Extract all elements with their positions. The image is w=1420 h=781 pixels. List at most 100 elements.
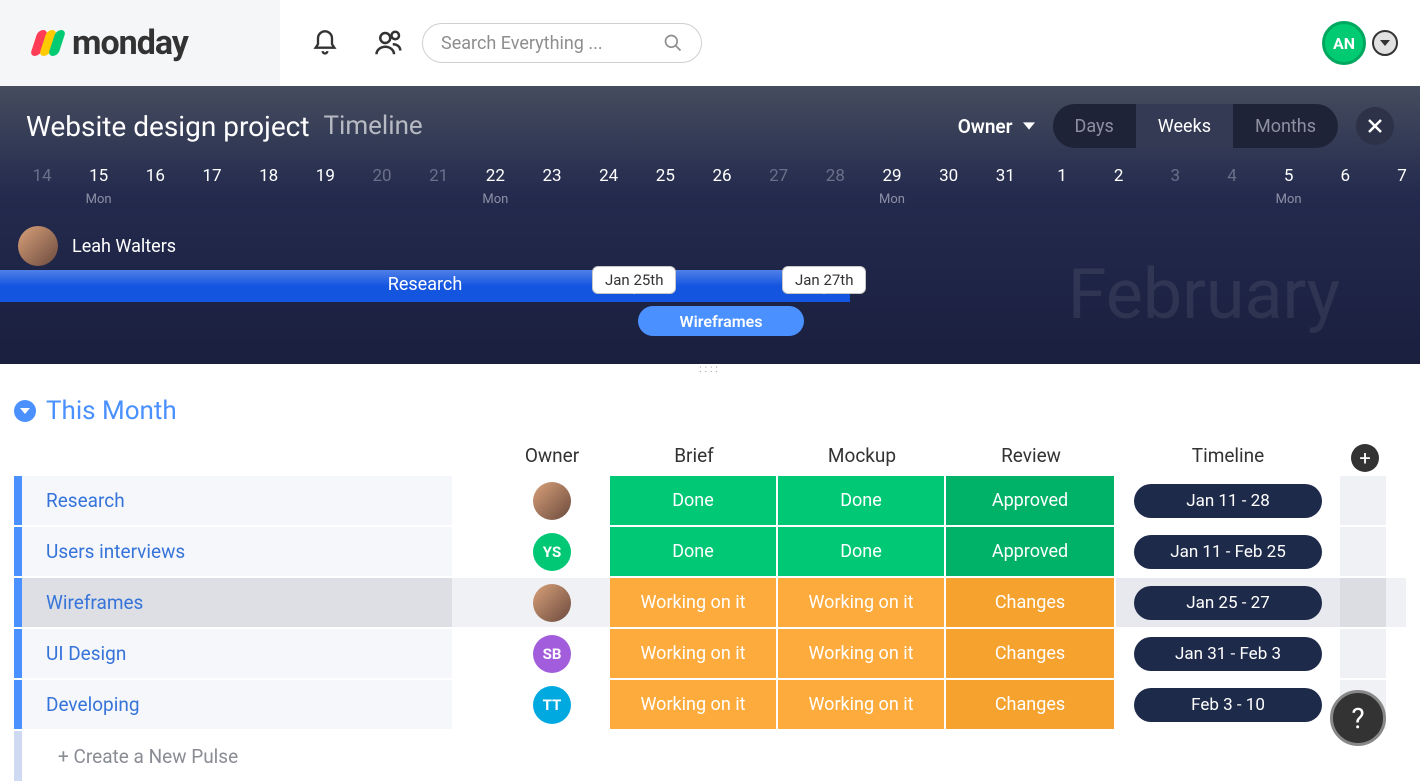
col-header-mockup[interactable]: Mockup [778,444,946,472]
panel-resize-handle[interactable]: :::: [0,364,1420,374]
date-cell: 30 [921,166,977,186]
people-icon[interactable] [374,28,404,58]
date-cell: 26 [694,166,750,186]
scale-days[interactable]: Days [1053,104,1136,148]
date-cell: 4 [1204,166,1260,186]
gantt-owner: Leah Walters [18,226,176,266]
row-end [1340,578,1386,627]
help-button[interactable]: ? [1330,690,1386,746]
item-name[interactable]: Wireframes [22,578,452,627]
cell-review[interactable]: Changes [946,680,1116,729]
col-header-review[interactable]: Review [946,444,1116,472]
user-avatar[interactable]: AN [1322,21,1366,65]
project-title: Website design project [26,110,310,143]
date-cell: 5Mon [1261,166,1317,207]
cell-mockup[interactable]: Working on it [778,629,946,678]
date-cell: 7 [1374,166,1420,186]
item-name[interactable]: UI Design [22,629,452,678]
col-header-owner[interactable]: Owner [494,444,610,472]
date-cell: 29Mon [864,166,920,207]
gantt-bar-wireframes[interactable]: Wireframes [638,306,804,336]
cell-mockup[interactable]: Working on it [778,578,946,627]
gantt-area: Leah Walters Research Jan 25th Jan 27th … [0,226,1420,346]
cell-review[interactable]: Approved [946,476,1116,525]
board: This Month Owner Brief Mockup Review Tim… [0,374,1420,781]
table-row[interactable]: UI DesignSBWorking on itWorking on itCha… [14,629,1406,680]
user-menu-caret[interactable] [1372,30,1398,56]
top-bar: monday Search Everything ... AN [0,0,1420,86]
owner-avatar-icon: SB [533,635,571,673]
date-cell: 20 [354,166,410,186]
search-input[interactable]: Search Everything ... [422,23,702,63]
item-name[interactable]: Developing [22,680,452,729]
item-name[interactable]: Research [22,476,452,525]
owner-filter[interactable]: Owner [958,115,1035,138]
owner-avatar-icon: TT [533,686,571,724]
add-column-button[interactable]: + [1351,444,1379,472]
bell-icon[interactable] [310,28,340,58]
close-button[interactable] [1356,107,1394,145]
cell-review[interactable]: Approved [946,527,1116,576]
timeline-panel: Website design project Timeline Owner Da… [0,86,1420,364]
cell-mockup[interactable]: Done [778,476,946,525]
cell-brief[interactable]: Working on it [610,680,778,729]
cell-brief[interactable]: Working on it [610,629,778,678]
col-header-brief[interactable]: Brief [610,444,778,472]
date-cell: 25 [637,166,693,186]
cell-mockup[interactable]: Done [778,527,946,576]
caret-down-icon [1380,38,1390,48]
cell-brief[interactable]: Working on it [610,578,778,627]
date-cell: 17 [184,166,240,186]
cell-timeline[interactable]: Feb 3 - 10 [1116,688,1340,722]
cell-timeline[interactable]: Jan 11 - 28 [1116,484,1340,518]
row-end [1340,629,1386,678]
table-row[interactable]: DevelopingTTWorking on itWorking on itCh… [14,680,1406,731]
date-cell: 23 [524,166,580,186]
table-row[interactable]: WireframesWorking on itWorking on itChan… [14,578,1406,629]
cell-owner[interactable] [494,584,610,622]
date-cell: 18 [241,166,297,186]
new-pulse-row[interactable]: + Create a New Pulse [14,731,1406,781]
col-header-timeline[interactable]: Timeline [1116,444,1340,472]
cell-review[interactable]: Changes [946,629,1116,678]
owner-avatar-icon [533,482,571,520]
scale-months[interactable]: Months [1233,104,1338,148]
scale-weeks[interactable]: Weeks [1136,104,1233,148]
caret-down-icon [1023,120,1035,132]
date-cell: 22Mon [467,166,523,207]
date-cell: 1 [1034,166,1090,186]
cell-owner[interactable]: TT [494,686,610,724]
view-name: Timeline [324,111,423,141]
logo-icon [34,30,62,56]
date-cell: 16 [127,166,183,186]
date-cell: 19 [297,166,353,186]
row-end [1340,527,1386,576]
owner-name: Leah Walters [72,236,176,257]
table-row[interactable]: Users interviewsYSDoneDoneApprovedJan 11… [14,527,1406,578]
cell-review[interactable]: Changes [946,578,1116,627]
logo-text: monday [72,23,188,63]
cell-timeline[interactable]: Jan 31 - Feb 3 [1116,637,1340,671]
date-cell: 15Mon [71,166,127,207]
cell-brief[interactable]: Done [610,527,778,576]
table-row[interactable]: ResearchDoneDoneApprovedJan 11 - 28 [14,476,1406,527]
cell-timeline[interactable]: Jan 25 - 27 [1116,578,1340,627]
group-title[interactable]: This Month [46,396,177,426]
item-name[interactable]: Users interviews [22,527,452,576]
cell-brief[interactable]: Done [610,476,778,525]
date-tooltip-end: Jan 27th [782,266,866,294]
date-strip: 1415Mon16171819202122Mon23242526272829Mo… [0,166,1420,226]
search-placeholder: Search Everything ... [441,33,663,54]
date-cell: 14 [14,166,70,186]
cell-owner[interactable] [494,482,610,520]
cell-owner[interactable]: YS [494,533,610,571]
cell-mockup[interactable]: Working on it [778,680,946,729]
date-cell: 3 [1147,166,1203,186]
cell-timeline[interactable]: Jan 11 - Feb 25 [1116,535,1340,569]
date-cell: 6 [1317,166,1373,186]
search-icon [663,33,683,53]
logo[interactable]: monday [0,0,280,86]
group-collapse-toggle[interactable] [14,400,36,422]
cell-owner[interactable]: SB [494,635,610,673]
gantt-bar-research[interactable]: Research [0,270,850,302]
